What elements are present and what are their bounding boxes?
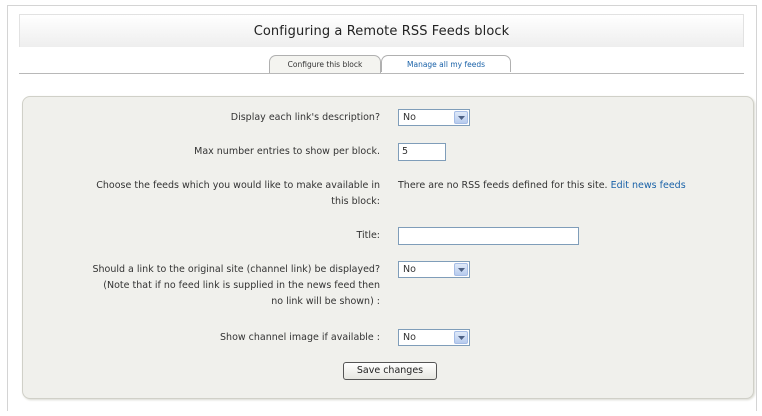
channel-link-label-line2: (Note that if no feed link is supplied i… (103, 280, 380, 291)
channel-link-label: Should a link to the original site (chan… (30, 262, 380, 310)
feeds-label-line1: Choose the feeds which you would like to… (96, 180, 380, 191)
channel-image-label: Show channel image if available : (220, 332, 380, 343)
feeds-label: Choose the feeds which you would like to… (30, 178, 380, 210)
config-form (22, 96, 754, 399)
title-input[interactable] (398, 227, 579, 245)
title-label: Title: (356, 230, 380, 241)
no-feeds-message: There are no RSS feeds defined for this … (398, 180, 608, 191)
chevron-down-icon (454, 111, 468, 124)
max-entries-label: Max number entries to show per block. (194, 146, 380, 157)
display-description-label: Display each link's description? (230, 112, 380, 123)
display-description-value: No (403, 112, 416, 123)
page-title: Configuring a Remote RSS Feeds block (19, 14, 744, 47)
channel-link-select[interactable]: No (398, 261, 470, 278)
channel-image-select[interactable]: No (398, 329, 470, 346)
save-changes-button[interactable]: Save changes (343, 362, 437, 380)
feeds-message-row: There are no RSS feeds defined for this … (398, 178, 686, 194)
channel-link-label-line1: Should a link to the original site (chan… (92, 264, 380, 275)
tab-configure-block[interactable]: Configure this block (269, 55, 381, 73)
tab-bar: Configure this block Manage all my feeds (19, 55, 744, 74)
channel-link-value: No (403, 264, 416, 275)
chevron-down-icon (454, 263, 468, 276)
max-entries-input[interactable]: 5 (398, 143, 446, 161)
feeds-label-line2: this block: (331, 196, 380, 207)
edit-news-feeds-link[interactable]: Edit news feeds (611, 180, 686, 191)
display-description-select[interactable]: No (398, 109, 470, 126)
channel-link-label-line3: no link will be shown) : (271, 296, 380, 307)
chevron-down-icon (454, 331, 468, 344)
channel-image-value: No (403, 332, 416, 343)
tab-manage-feeds[interactable]: Manage all my feeds (381, 55, 511, 72)
